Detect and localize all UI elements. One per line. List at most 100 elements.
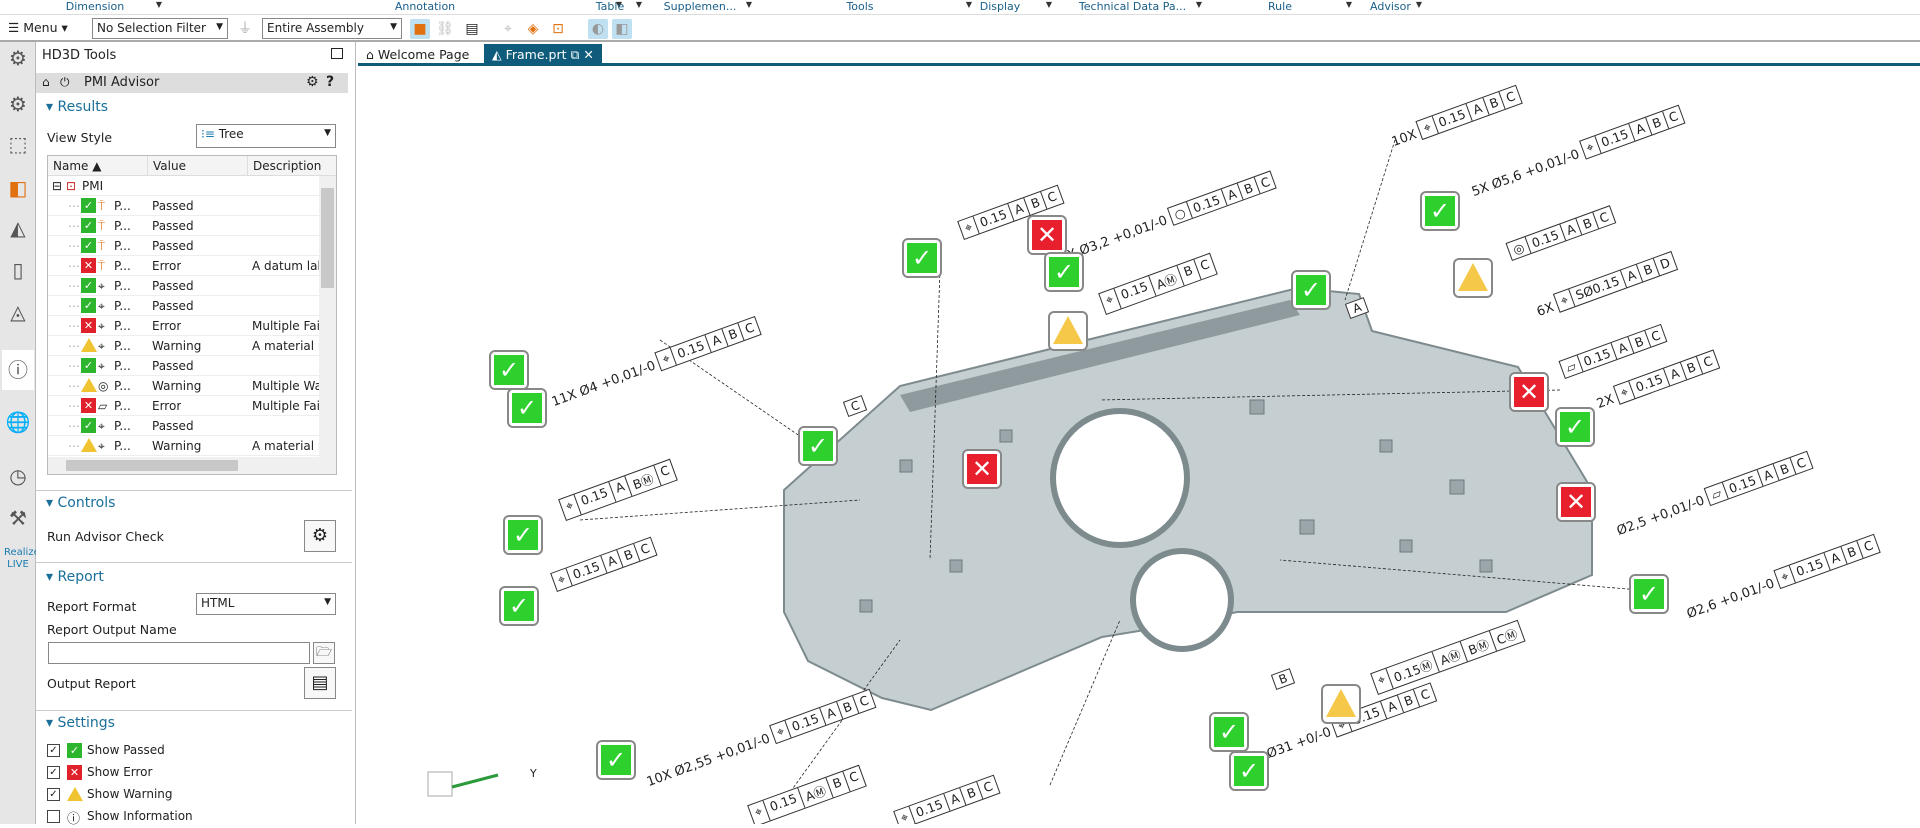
setting-show-warning[interactable]: ✓ Show Warning — [36, 787, 236, 806]
setting-show-error[interactable]: ✓ ✕ Show Error — [36, 765, 236, 784]
setting-show-information[interactable]: ⓘ Show Information — [36, 809, 236, 828]
constraint-navigator-icon[interactable]: ◭ — [4, 214, 32, 242]
checkbox[interactable]: ✓ — [47, 788, 60, 801]
ribbon-group[interactable]: Rule ▼ — [1220, 0, 1352, 13]
web-browser-icon[interactable]: 🌐 — [4, 408, 32, 436]
passed-marker[interactable]: ✓ — [798, 426, 838, 466]
history-icon[interactable]: ◷ — [4, 462, 32, 490]
select-feature-icon[interactable]: ⛓ — [435, 19, 455, 39]
column-header-value[interactable]: Value — [148, 156, 248, 176]
table-row[interactable]: ⋯ ✓ ⌖ P... Passed — [48, 296, 320, 316]
passed-marker[interactable]: ✓ — [499, 586, 539, 626]
tree-root-row[interactable]: ⊟ ⊡ PMI — [48, 176, 320, 196]
checkbox[interactable] — [47, 810, 60, 823]
power-icon[interactable]: ⏻ — [60, 75, 70, 90]
part-navigator-icon[interactable]: ⬚ — [4, 130, 32, 158]
settings-section-header[interactable]: Settings — [46, 715, 114, 731]
view-edge-icon[interactable]: ◧ — [612, 19, 632, 39]
selection-filter-dropdown[interactable]: No Selection Filter ▼ — [92, 18, 228, 39]
horizontal-scrollbar[interactable] — [48, 457, 336, 474]
table-row[interactable]: ⋯ ✓ ⍑ P... Passed — [48, 236, 320, 256]
error-marker[interactable]: ✕ — [1509, 372, 1549, 412]
passed-marker[interactable]: ✓ — [1420, 191, 1460, 231]
ribbon-group[interactable]: Dimension ▼ — [40, 0, 162, 13]
dropdown-icon[interactable]: ▼ — [1196, 0, 1202, 9]
passed-marker[interactable]: ✓ — [507, 388, 547, 428]
ribbon-group[interactable]: Display ▼ — [960, 0, 1052, 13]
passed-marker[interactable]: ✓ — [902, 238, 942, 278]
hd3d-tools-icon[interactable]: ⓘ — [2, 350, 34, 390]
pmi-navigator-icon[interactable]: ◬ — [4, 298, 32, 326]
passed-marker[interactable]: ✓ — [1629, 574, 1669, 614]
warning-marker[interactable] — [1321, 684, 1361, 724]
warning-marker[interactable] — [1048, 311, 1088, 351]
dropdown-icon[interactable]: ▼ — [156, 0, 162, 9]
dropdown-icon[interactable]: ▼ — [1416, 0, 1422, 9]
view-shade-icon[interactable]: ◐ — [588, 19, 608, 39]
type-filter-icon[interactable]: ▤ — [462, 19, 482, 39]
report-section-header[interactable]: Report — [46, 569, 103, 585]
setting-show-passed[interactable]: ✓ ✓ Show Passed — [36, 743, 236, 762]
home-icon[interactable]: ⌂ — [42, 75, 50, 89]
error-marker[interactable]: ✕ — [1027, 215, 1067, 255]
vertical-scrollbar[interactable] — [319, 176, 336, 458]
error-marker[interactable]: ✕ — [1556, 482, 1596, 522]
results-section-header[interactable]: Results — [46, 99, 108, 115]
popout-icon[interactable]: ⧉ — [570, 47, 579, 62]
passed-marker[interactable]: ✓ — [1229, 751, 1269, 791]
table-row[interactable]: ⋯ ✓ ⍑ P... Passed — [48, 216, 320, 236]
checkbox[interactable]: ✓ — [47, 766, 60, 779]
table-row[interactable]: ⋯ ◎ P... Warning Multiple Wa — [48, 376, 320, 396]
scope-dropdown[interactable]: Entire Assembly ▼ — [262, 18, 402, 39]
graphics-window[interactable]: Y 10X ⌖ 0.15 A B C 5X Ø5,6 +0,01/-0 ⌖ 0.15 A B C ◎ 0.… — [358, 67, 1920, 824]
controls-section-header[interactable]: Controls — [46, 495, 115, 511]
reuse-library-icon[interactable]: ▯ — [4, 256, 32, 284]
snap-icon[interactable]: ⌖ — [498, 19, 518, 39]
error-marker[interactable]: ✕ — [962, 449, 1002, 489]
run-advisor-check-button[interactable]: ⚙ — [304, 520, 336, 552]
gear-icon[interactable]: ⚙ — [306, 74, 319, 90]
column-header-name[interactable]: Name ▲ — [48, 156, 148, 176]
table-row[interactable]: ⋯ ✓ ⌖ P... Passed — [48, 356, 320, 376]
table-row[interactable]: ⋯⌖P...WarningA material m — [48, 336, 320, 356]
dropdown-icon[interactable]: ▼ — [1046, 0, 1052, 9]
component-point-icon[interactable]: ◈ — [523, 19, 543, 39]
settings-icon[interactable]: ⚙ — [4, 44, 32, 72]
dropdown-icon[interactable]: ▼ — [636, 0, 642, 9]
passed-marker[interactable]: ✓ — [1291, 270, 1331, 310]
table-row[interactable]: ⋯ ✕ ⌖ P... Error Multiple Fail — [48, 316, 320, 336]
view-style-dropdown[interactable]: ⁝≡ Tree ▼ — [196, 124, 336, 148]
realize-live-icon[interactable]: Realize LIVE — [4, 547, 40, 575]
table-row[interactable]: ⋯ ✕ ▱ P... Error Multiple Fail — [48, 396, 320, 416]
table-row[interactable]: ⋯ ✓ ⌖ P... Passed — [48, 416, 320, 436]
filter-reset-icon[interactable]: ⏚ — [235, 19, 255, 39]
menu-button[interactable]: ☰ Menu ▾ — [8, 20, 68, 35]
column-header-description[interactable]: Description — [248, 156, 336, 176]
assembly-navigator-icon[interactable]: ◧ — [4, 174, 32, 202]
browse-folder-button[interactable]: 🗁 — [313, 642, 335, 664]
ribbon-group[interactable]: Table ▼ — [590, 0, 642, 13]
report-output-name-input[interactable] — [48, 642, 310, 664]
table-row[interactable]: ⋯⌖P...WarningA material m — [48, 436, 320, 456]
passed-marker[interactable]: ✓ — [503, 515, 543, 555]
passed-marker[interactable]: ✓ — [596, 740, 636, 780]
report-format-dropdown[interactable]: HTML ▼ — [196, 593, 336, 615]
point-snap-icon[interactable]: ⊡ — [548, 19, 568, 39]
table-row[interactable]: ⋯ ✓ ⍑ P... Passed — [48, 196, 320, 216]
passed-marker[interactable]: ✓ — [489, 350, 529, 390]
tab-frame-prt[interactable]: ◭ Frame.prt ⧉ ✕ — [484, 44, 602, 66]
warning-marker[interactable] — [1453, 258, 1493, 298]
ribbon-group[interactable]: Tools ▼ — [760, 0, 972, 13]
passed-marker[interactable]: ✓ — [1044, 252, 1084, 292]
passed-marker[interactable]: ✓ — [1555, 407, 1595, 447]
ribbon-group[interactable]: Supplemen... ▼ — [660, 0, 752, 13]
close-icon[interactable]: ✕ — [583, 47, 593, 62]
maximize-icon[interactable] — [331, 48, 343, 59]
select-body-icon[interactable]: ■ — [410, 19, 430, 39]
ribbon-group[interactable]: Technical Data Pa... ▼ — [1075, 0, 1202, 13]
table-row[interactable]: ⋯ ✕ ⍑ P... Error A datum lab — [48, 256, 320, 276]
ribbon-group[interactable]: Advisor ▼ — [1370, 0, 1422, 13]
ribbon-group[interactable]: Annotation ▼ — [240, 0, 622, 13]
dropdown-icon[interactable]: ▼ — [1346, 0, 1352, 9]
tools-icon[interactable]: ⚒ — [4, 504, 32, 532]
